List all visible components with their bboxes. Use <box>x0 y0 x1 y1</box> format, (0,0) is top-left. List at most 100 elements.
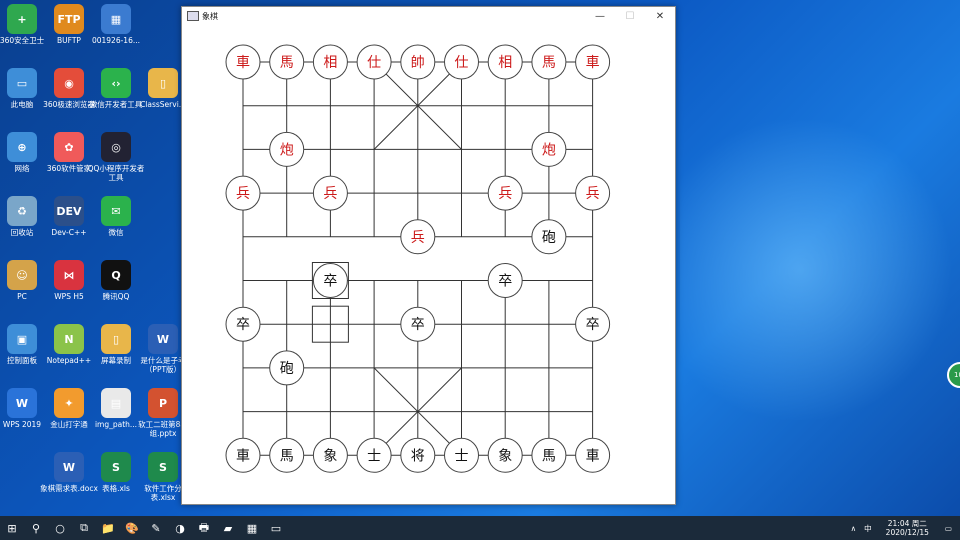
piece-label: 兵 <box>586 186 600 202</box>
close-button[interactable]: ✕ <box>645 11 675 22</box>
chess-piece[interactable]: 兵 <box>400 219 436 255</box>
chess-piece[interactable]: 馬 <box>269 437 305 473</box>
wallpaper-glow <box>680 120 960 420</box>
piece-label: 馬 <box>280 55 294 71</box>
chess-piece[interactable]: 卒 <box>575 306 611 342</box>
desktop-icon-image: ‹› <box>101 68 131 98</box>
chess-piece[interactable]: 士 <box>444 437 479 473</box>
piece-label: 兵 <box>498 186 512 202</box>
piece-label: 象 <box>498 448 512 464</box>
desktop-icon-image: ▦ <box>101 4 131 34</box>
ime-indicator[interactable]: 中 <box>864 523 872 534</box>
desktop-icon-image: ☺ <box>7 260 37 290</box>
chess-piece[interactable]: 象 <box>312 437 348 473</box>
desktop-icon-image: ▤ <box>101 388 131 418</box>
desktop-icon[interactable]: ✉ 微信 <box>87 196 145 237</box>
desktop-icon[interactable]: ▦ 001926-16... <box>87 4 145 45</box>
piece-label: 士 <box>367 448 381 464</box>
chess-piece[interactable]: 馬 <box>531 44 567 80</box>
task-view-icon[interactable]: ⧉ <box>72 516 96 540</box>
desktop-icon-image: + <box>7 4 37 34</box>
chess-piece[interactable]: 馬 <box>531 437 567 473</box>
chess-piece[interactable]: 卒 <box>487 263 523 298</box>
chess-piece[interactable]: 兵 <box>225 175 261 211</box>
piece-label: 馬 <box>280 448 294 464</box>
tray-chevron-icon[interactable]: ∧ <box>851 524 857 533</box>
piece-label: 兵 <box>411 230 425 246</box>
chess-piece[interactable]: 砲 <box>269 350 305 386</box>
piece-label: 炮 <box>542 142 556 158</box>
desktop-icon[interactable]: ◎ QQ小程序开发者工具 <box>87 132 145 182</box>
desktop-icon-image: ✦ <box>54 388 84 418</box>
piece-label: 相 <box>323 55 337 71</box>
desktop-icon-image: ◉ <box>54 68 84 98</box>
notification-icon[interactable]: ▭ <box>945 524 952 533</box>
piece-label: 馬 <box>542 55 556 71</box>
minimize-button[interactable]: — <box>585 11 615 22</box>
clock-time: 21:04 周二 <box>887 519 927 528</box>
desktop-icon-image: ◎ <box>101 132 131 162</box>
taskbar-app-icon[interactable]: 🖶 <box>192 516 216 540</box>
desktop-icon-label: 腾讯QQ <box>102 292 130 301</box>
taskbar-app-icon[interactable]: 🎨 <box>120 516 144 540</box>
piece-label: 車 <box>586 447 600 464</box>
piece-label: 卒 <box>411 317 425 333</box>
piece-label: 卒 <box>236 317 250 333</box>
clock[interactable]: 21:04 周二 2020/12/15 <box>886 519 929 537</box>
desktop-icon-image: S <box>148 452 178 482</box>
desktop-icon[interactable]: Q 腾讯QQ <box>87 260 145 301</box>
piece-label: 兵 <box>323 186 337 202</box>
taskbar-app-icon[interactable]: ▦ <box>240 516 264 540</box>
chess-piece[interactable]: 相 <box>312 44 348 80</box>
maximize-button[interactable]: ☐ <box>615 11 645 22</box>
chess-piece[interactable]: 兵 <box>575 175 611 211</box>
chess-piece[interactable]: 将 <box>400 437 436 473</box>
chess-piece[interactable]: 砲 <box>531 219 567 255</box>
desktop-icon-image: ♻ <box>7 196 37 226</box>
clock-date: 2020/12/15 <box>885 528 929 537</box>
taskbar: ⊞ ⚲ ○ ⧉ 📁 🎨 ✎ ◑ 🖶 ▰ ▦ ▭ ∧ 中 21:04 周二 2020/12/15… <box>0 516 960 540</box>
chess-piece[interactable]: 炮 <box>269 131 305 167</box>
desktop-icon-image: ✿ <box>54 132 84 162</box>
desktop-icon-image: W <box>148 324 178 354</box>
chess-piece[interactable]: 仕 <box>356 44 392 80</box>
chess-piece[interactable]: 士 <box>356 437 392 473</box>
taskbar-app-icon[interactable]: ✎ <box>144 516 168 540</box>
chess-piece[interactable]: 相 <box>487 44 523 80</box>
taskbar-app-icon[interactable]: ◑ <box>168 516 192 540</box>
chess-piece[interactable]: 帥 <box>400 44 436 80</box>
chess-piece[interactable]: 卒 <box>225 306 261 342</box>
desktop-icon-image: ▭ <box>7 68 37 98</box>
desktop-icon-image: Q <box>101 260 131 290</box>
chess-piece[interactable]: 車 <box>225 437 261 473</box>
desktop-icon-image: ▯ <box>101 324 131 354</box>
chess-piece[interactable]: 兵 <box>312 175 348 211</box>
cortana-icon[interactable]: ○ <box>48 516 72 540</box>
chess-piece[interactable]: 車 <box>225 44 261 80</box>
search-icon[interactable]: ⚲ <box>24 516 48 540</box>
taskbar-app-icon[interactable]: ▰ <box>216 516 240 540</box>
piece-label: 帥 <box>411 55 425 71</box>
piece-label: 卒 <box>323 274 337 290</box>
desktop-icon-image: ⊕ <box>7 132 37 162</box>
chess-piece[interactable]: 兵 <box>487 175 523 211</box>
title-bar[interactable]: 象棋 — ☐ ✕ <box>182 7 675 25</box>
chess-piece[interactable]: 卒 <box>400 306 436 342</box>
start-button[interactable]: ⊞ <box>0 516 24 540</box>
taskbar-app-icon[interactable]: ▭ <box>264 516 288 540</box>
chess-piece[interactable]: 炮 <box>531 131 567 167</box>
piece-label: 砲 <box>280 361 294 377</box>
chess-piece[interactable]: 象 <box>487 437 523 473</box>
desktop-icon-label: 微信 <box>108 228 124 237</box>
desktop-icon-image: P <box>148 388 178 418</box>
desktop-icon-image: W <box>54 452 84 482</box>
chess-piece[interactable]: 車 <box>575 437 611 473</box>
chess-board[interactable]: 車馬相仕帥仕相馬車炮 炮兵兵兵兵兵 砲卒 卒卒卒卒砲車馬象士将士象馬車 <box>182 25 675 504</box>
chess-piece[interactable]: 馬 <box>269 44 305 80</box>
taskbar-app-icon[interactable]: 📁 <box>96 516 120 540</box>
chess-piece[interactable]: 卒 <box>312 263 348 298</box>
system-tray: ∧ 中 21:04 周二 2020/12/15 ▭ <box>851 516 960 540</box>
desktop-icon-image: ⋈ <box>54 260 84 290</box>
chess-piece[interactable]: 車 <box>575 44 611 80</box>
chess-piece[interactable]: 仕 <box>444 44 479 80</box>
